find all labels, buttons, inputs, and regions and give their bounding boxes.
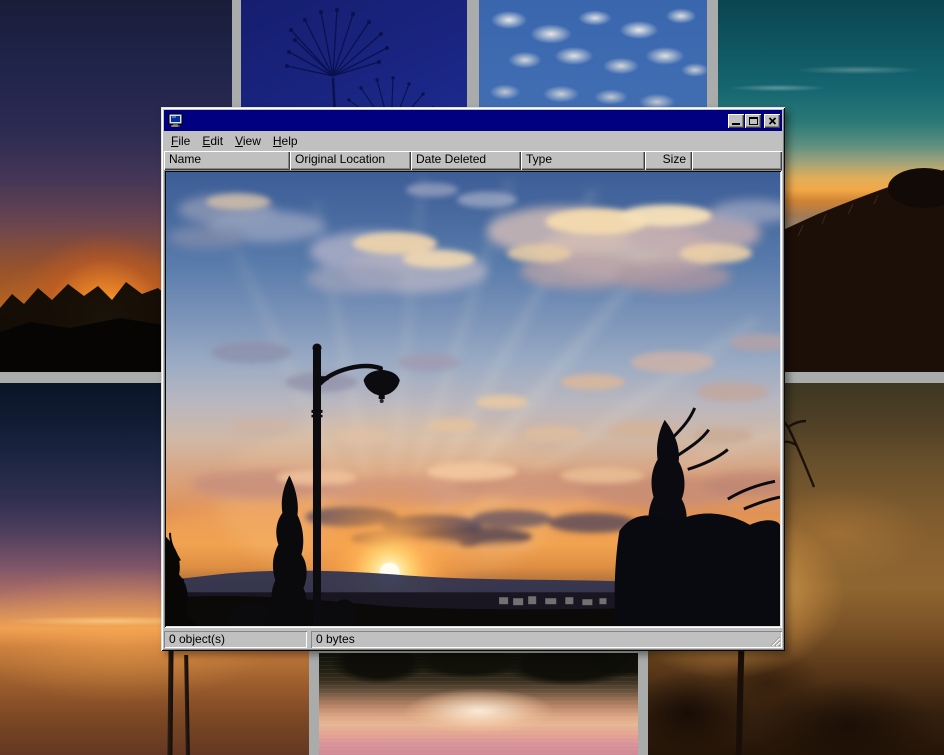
column-header-row: Name Original Location Date Deleted Type… — [164, 151, 782, 170]
title-bar[interactable] — [164, 110, 782, 131]
menu-bar: File Edit View Help — [164, 131, 782, 151]
maximize-icon — [749, 117, 758, 125]
minimize-icon — [732, 123, 740, 125]
close-button[interactable] — [764, 114, 780, 128]
pier-pole — [736, 651, 745, 755]
column-header-name[interactable]: Name — [164, 151, 290, 170]
resize-grip[interactable] — [768, 634, 781, 647]
wallpaper-photo-water-reflection — [319, 653, 638, 755]
menu-file[interactable]: File — [165, 132, 196, 151]
computer-icon — [168, 113, 184, 129]
status-object-count: 0 object(s) — [164, 631, 307, 648]
window-controls — [728, 114, 780, 128]
menu-view[interactable]: View — [229, 132, 267, 151]
column-header-date-deleted[interactable]: Date Deleted — [411, 151, 521, 170]
column-header-original-location[interactable]: Original Location — [290, 151, 411, 170]
status-byte-count: 0 bytes — [311, 631, 782, 648]
water-pole — [184, 655, 190, 755]
maximize-button[interactable] — [745, 114, 761, 128]
file-list-area[interactable] — [164, 170, 782, 628]
close-icon — [768, 117, 777, 125]
menu-help[interactable]: Help — [267, 132, 304, 151]
column-header-size[interactable]: Size — [645, 151, 692, 170]
recycle-bin-window: File Edit View Help Name Original Locati… — [161, 107, 785, 651]
status-bar: 0 object(s) 0 bytes — [164, 631, 782, 648]
sunset-streetlamp-photo — [166, 172, 780, 626]
column-header-filler — [692, 151, 782, 170]
minimize-button[interactable] — [728, 114, 744, 128]
water-pole — [167, 648, 173, 755]
menu-edit[interactable]: Edit — [196, 132, 229, 151]
column-header-type[interactable]: Type — [521, 151, 645, 170]
